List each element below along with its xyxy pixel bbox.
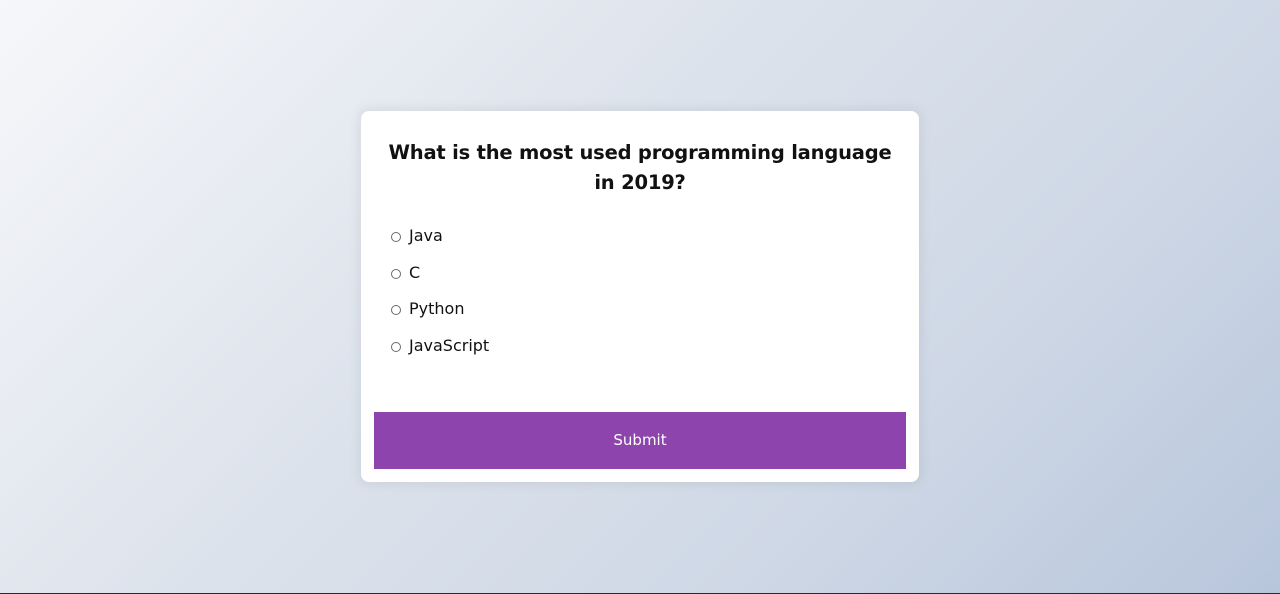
answer-option-javascript[interactable]: JavaScript bbox=[391, 333, 489, 370]
answer-option-java[interactable]: Java bbox=[391, 223, 489, 260]
radio-button[interactable] bbox=[391, 268, 401, 279]
page: { "quiz": { "question": "What is the mos… bbox=[0, 0, 1280, 594]
answer-label[interactable]: JavaScript bbox=[409, 333, 489, 359]
submit-button[interactable]: Submit bbox=[374, 412, 906, 469]
quiz-question: What is the most used programming langua… bbox=[388, 141, 892, 194]
radio-button[interactable] bbox=[391, 305, 401, 316]
answer-label[interactable]: Java bbox=[409, 223, 443, 249]
answer-option-c[interactable]: C bbox=[391, 260, 489, 297]
answer-list: Java C Python JavaScript bbox=[391, 223, 489, 370]
radio-button[interactable] bbox=[391, 342, 401, 353]
answer-label[interactable]: Python bbox=[409, 296, 464, 322]
answer-label[interactable]: C bbox=[409, 260, 420, 286]
quiz-card: What is the most used programming langua… bbox=[361, 111, 919, 482]
answer-option-python[interactable]: Python bbox=[391, 296, 489, 333]
radio-button[interactable] bbox=[391, 232, 401, 242]
